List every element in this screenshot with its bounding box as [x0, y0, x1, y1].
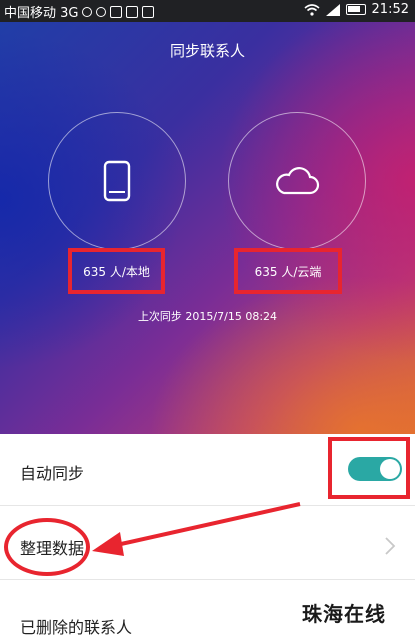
gallery-notification-icon — [142, 5, 155, 18]
battery-icon — [345, 4, 366, 15]
last-sync-time: 上次同步 2015/7/15 08:24 — [137, 310, 278, 323]
app-notification-icon — [110, 5, 123, 18]
carrier-label: 中国移动 3G — [4, 6, 79, 21]
cloud-contacts-circle — [228, 112, 366, 250]
notification-icon — [82, 6, 93, 17]
cloud-icon — [276, 167, 320, 195]
deleted-contacts-label: 已删除的联系人 — [20, 618, 133, 637]
wifi-icon — [304, 3, 320, 16]
image-notification-icon — [126, 5, 139, 18]
phone-icon — [103, 160, 131, 202]
annotation-arrow — [92, 502, 301, 556]
signal-icon — [325, 3, 340, 16]
local-contacts-count: 635 人/本地 — [68, 248, 165, 294]
status-bar: 中国移动 3G 21:52 — [0, 0, 415, 22]
message-icon — [96, 6, 107, 17]
clock: 21:52 — [371, 2, 409, 17]
page-title: 同步联系人 — [169, 42, 245, 60]
cloud-contacts-count: 635 人/云端 — [234, 248, 342, 294]
watermark-text: 珠海在线 — [302, 602, 386, 626]
local-count-label: 635 人/本地 — [83, 264, 150, 279]
local-contacts-circle — [48, 112, 186, 250]
cloud-count-label: 635 人/云端 — [254, 264, 322, 279]
